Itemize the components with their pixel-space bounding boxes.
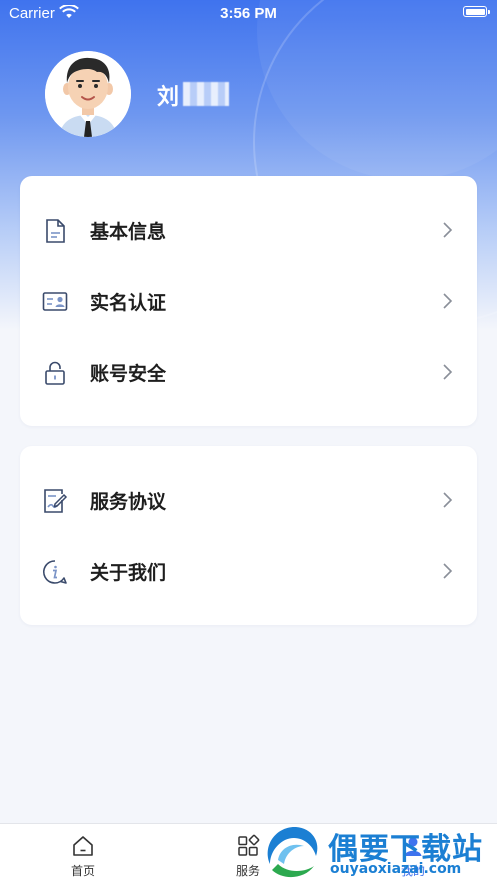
account-menu-card: 基本信息 实名认证 账号安全 [20, 176, 477, 426]
info-menu-card: 服务协议 关于我们 [20, 446, 477, 625]
name-redaction [183, 82, 229, 106]
battery-icon [463, 6, 490, 17]
id-card-icon [42, 292, 68, 311]
menu-item-service-agreement[interactable]: 服务协议 [20, 465, 477, 535]
chevron-right-icon [443, 364, 453, 380]
tab-home[interactable]: 首页 [38, 824, 128, 884]
avatar-man-icon [45, 51, 131, 137]
chevron-right-icon [443, 293, 453, 309]
menu-item-label: 账号安全 [90, 363, 167, 385]
menu-item-basic-info[interactable]: 基本信息 [20, 195, 477, 265]
menu-item-account-security[interactable]: 账号安全 [20, 337, 477, 407]
document-icon [46, 219, 65, 243]
menu-item-label: 服务协议 [90, 491, 167, 513]
menu-item-about-us[interactable]: 关于我们 [20, 536, 477, 606]
agreement-icon [44, 489, 68, 513]
user-name: 刘 [157, 85, 180, 110]
lock-icon [45, 361, 65, 385]
chevron-right-icon [443, 492, 453, 508]
menu-item-label: 实名认证 [90, 292, 167, 314]
chevron-right-icon [443, 222, 453, 238]
tab-label: 首页 [70, 864, 95, 878]
status-bar: Carrier 3:56 PM [0, 0, 497, 26]
menu-item-label: 基本信息 [90, 221, 167, 243]
info-icon [43, 560, 67, 584]
menu-item-real-name-verification[interactable]: 实名认证 [20, 266, 477, 336]
chevron-right-icon [443, 563, 453, 579]
avatar[interactable] [45, 51, 131, 137]
watermark-url: ouyaoxiazai.com [330, 861, 462, 877]
menu-item-label: 关于我们 [90, 562, 167, 584]
home-icon [73, 836, 93, 856]
clock: 3:56 PM [220, 5, 277, 22]
watermark-logo [264, 826, 318, 880]
grid-icon [238, 834, 260, 856]
